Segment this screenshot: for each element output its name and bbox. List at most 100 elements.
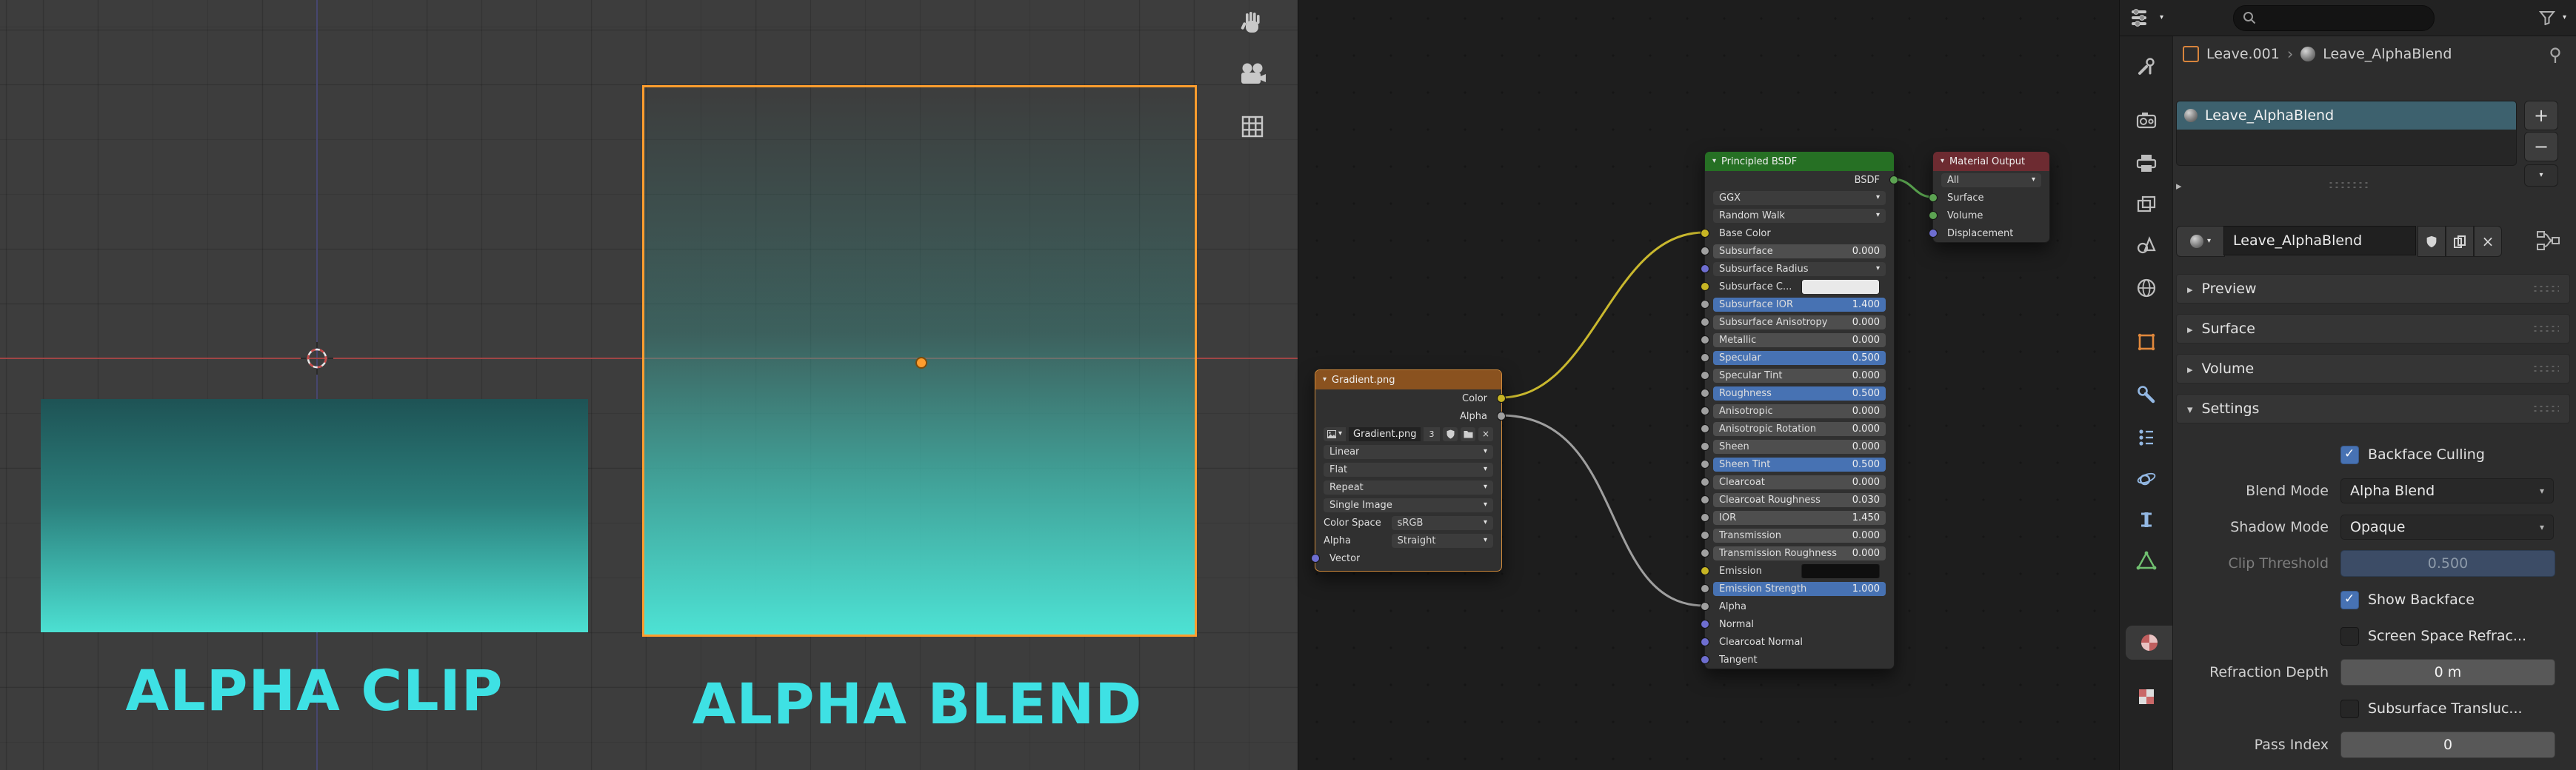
projection-dropdown[interactable]: Flat — [1315, 461, 1501, 478]
setting-checkbox[interactable] — [2340, 700, 2359, 718]
setting-dropdown[interactable]: Alpha Blend — [2340, 478, 2554, 503]
input-socket[interactable] — [1701, 406, 1709, 415]
collapse-chevron-icon[interactable] — [1941, 158, 1944, 165]
principled-node-header[interactable]: Principled BSDF — [1705, 152, 1894, 171]
alpha-mode-dropdown[interactable]: Straight — [1392, 534, 1493, 548]
panel-drag-grip[interactable] — [2532, 404, 2559, 413]
material-slot-selected[interactable]: Leave_AlphaBlend — [2177, 101, 2516, 130]
input-socket[interactable] — [1701, 602, 1709, 611]
node-row[interactable]: Clearcoat Roughness 0.030 — [1705, 491, 1894, 509]
image-texture-node[interactable]: Gradient.png Color Alpha G — [1315, 369, 1502, 572]
node-row[interactable]: Transmission 0.000 — [1705, 526, 1894, 544]
output-socket[interactable] — [1889, 175, 1898, 184]
node-row[interactable]: Normal — [1705, 615, 1894, 633]
node-row[interactable]: Roughness 0.500 — [1705, 384, 1894, 402]
node-row[interactable]: Subsurface C... — [1705, 278, 1894, 295]
tab-texture[interactable] — [2129, 680, 2163, 714]
camera-view-button[interactable] — [1235, 58, 1269, 92]
vector-input-socket[interactable] — [1311, 554, 1320, 563]
extension-dropdown[interactable]: Repeat — [1315, 478, 1501, 496]
tab-material[interactable] — [2126, 626, 2172, 660]
pan-hand-button[interactable] — [1235, 6, 1269, 40]
displacement-input-socket[interactable] — [1929, 229, 1938, 238]
surface-input-socket[interactable] — [1929, 193, 1938, 202]
unlink-material-button[interactable]: × — [2474, 226, 2502, 257]
users-count-badge[interactable]: 3 — [1424, 427, 1440, 441]
input-socket[interactable] — [1701, 655, 1709, 664]
add-material-slot-button[interactable]: + — [2524, 101, 2558, 130]
input-socket[interactable] — [1701, 389, 1709, 398]
browse-material-button[interactable] — [2176, 226, 2225, 257]
grid-toggle-button[interactable] — [1235, 110, 1269, 144]
breadcrumb-object[interactable]: Leave.001 — [2206, 46, 2280, 62]
output-node-header[interactable]: Material Output — [1933, 152, 2049, 171]
target-dropdown[interactable]: All — [1933, 171, 2049, 189]
node-row[interactable]: Specular Tint 0.000 — [1705, 366, 1894, 384]
node-row[interactable]: BSDF — [1705, 171, 1894, 189]
shader-node-editor[interactable]: Gradient.png Color Alpha G — [1298, 0, 2120, 770]
color-swatch[interactable] — [1801, 280, 1880, 294]
tab-output[interactable] — [2129, 147, 2163, 181]
search-box[interactable] — [2233, 5, 2435, 31]
node-row[interactable]: Sheen Tint 0.500 — [1705, 455, 1894, 473]
input-socket[interactable] — [1701, 353, 1709, 362]
filter-funnel-icon[interactable] — [2539, 10, 2555, 25]
material-slot-list[interactable]: Leave_AlphaBlend — [2176, 101, 2517, 166]
unlink-image-button[interactable]: × — [1478, 427, 1493, 441]
fake-user-button[interactable] — [2417, 226, 2446, 257]
input-socket[interactable] — [1701, 549, 1709, 558]
fake-user-button[interactable] — [1443, 427, 1458, 441]
tab-particles[interactable] — [2129, 421, 2163, 455]
input-socket[interactable] — [1701, 424, 1709, 433]
input-socket[interactable] — [1701, 637, 1709, 646]
node-row[interactable]: Random Walk — [1705, 207, 1894, 224]
tab-object[interactable] — [2129, 325, 2163, 359]
tab-constraints[interactable] — [2129, 503, 2163, 537]
node-row[interactable]: Specular 0.500 — [1705, 349, 1894, 366]
link-bsdf-to-surface[interactable] — [1893, 179, 1932, 197]
material-output-node[interactable]: Material Output All Surface Volume Displ… — [1932, 151, 2050, 243]
setting-checkbox[interactable] — [2340, 446, 2359, 464]
pin-icon[interactable] — [2547, 47, 2563, 64]
setting-checkbox[interactable] — [2340, 627, 2359, 646]
tab-world[interactable] — [2129, 271, 2163, 305]
tab-scene[interactable] — [2129, 228, 2163, 262]
input-socket[interactable] — [1701, 460, 1709, 469]
breadcrumb-material[interactable]: Leave_AlphaBlend — [2323, 46, 2452, 62]
input-socket[interactable] — [1701, 495, 1709, 504]
properties-editor-type-icon[interactable] — [2130, 8, 2152, 27]
node-row[interactable]: Metallic 0.000 — [1705, 331, 1894, 349]
volume-input-socket[interactable] — [1929, 211, 1938, 220]
node-row[interactable]: Subsurface IOR 1.400 — [1705, 295, 1894, 313]
color-output-socket[interactable] — [1497, 394, 1506, 403]
material-name-field[interactable]: Leave_AlphaBlend — [2223, 226, 2416, 255]
setting-dropdown[interactable]: Opaque — [2340, 515, 2554, 540]
input-socket[interactable] — [1701, 229, 1709, 238]
collapse-chevron-icon[interactable] — [1712, 158, 1716, 165]
editor-type-chevron-icon[interactable] — [2160, 14, 2163, 21]
node-row[interactable]: Transmission Roughness 0.000 — [1705, 544, 1894, 562]
plane-alpha-clip-object[interactable] — [41, 399, 588, 632]
panel-settings[interactable]: Settings — [2176, 394, 2570, 424]
panel-drag-grip[interactable] — [2532, 284, 2559, 293]
node-row[interactable]: Clearcoat 0.000 — [1705, 473, 1894, 491]
tab-modifiers[interactable] — [2129, 378, 2163, 412]
tab-view-layer[interactable] — [2129, 187, 2163, 221]
input-socket[interactable] — [1701, 264, 1709, 273]
nodetree-icon[interactable] — [2536, 229, 2561, 252]
tab-object-data[interactable] — [2129, 543, 2163, 578]
setting-checkbox[interactable] — [2340, 591, 2359, 609]
input-socket[interactable] — [1701, 318, 1709, 327]
node-row[interactable]: Anisotropic 0.000 — [1705, 402, 1894, 420]
alpha-blend-label[interactable]: ALPHA BLEND — [642, 671, 1192, 737]
input-socket[interactable] — [1701, 282, 1709, 291]
node-row[interactable]: Subsurface Anisotropy 0.000 — [1705, 313, 1894, 331]
input-socket[interactable] — [1701, 371, 1709, 380]
open-image-button[interactable] — [1461, 427, 1475, 441]
image-node-header[interactable]: Gradient.png — [1315, 370, 1501, 389]
node-row[interactable]: Alpha — [1705, 597, 1894, 615]
node-row[interactable]: Anisotropic Rotation 0.000 — [1705, 420, 1894, 438]
node-row[interactable]: Emission — [1705, 562, 1894, 580]
input-socket[interactable] — [1701, 335, 1709, 344]
link-color-to-basecolor[interactable] — [1501, 232, 1704, 398]
